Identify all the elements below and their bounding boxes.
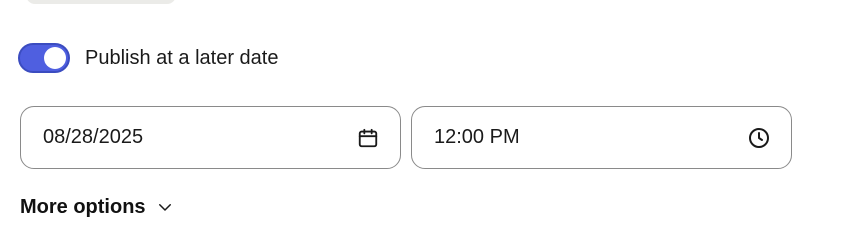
chevron-down-icon	[156, 198, 174, 216]
date-value[interactable]: 08/28/2025	[43, 126, 356, 149]
toggle-knob	[44, 47, 66, 69]
publish-later-label: Publish at a later date	[85, 46, 279, 69]
calendar-icon[interactable]	[356, 126, 380, 150]
time-field[interactable]: 12:00 PM	[411, 106, 792, 169]
more-options-toggle[interactable]: More options	[20, 192, 174, 222]
publish-later-toggle[interactable]	[18, 43, 70, 73]
date-field[interactable]: 08/28/2025	[20, 106, 401, 169]
publish-later-row: Publish at a later date	[18, 40, 278, 76]
more-options-label: More options	[20, 195, 146, 218]
partial-button-above[interactable]	[26, 0, 176, 4]
clock-icon[interactable]	[747, 126, 771, 150]
time-value[interactable]: 12:00 PM	[434, 126, 747, 149]
